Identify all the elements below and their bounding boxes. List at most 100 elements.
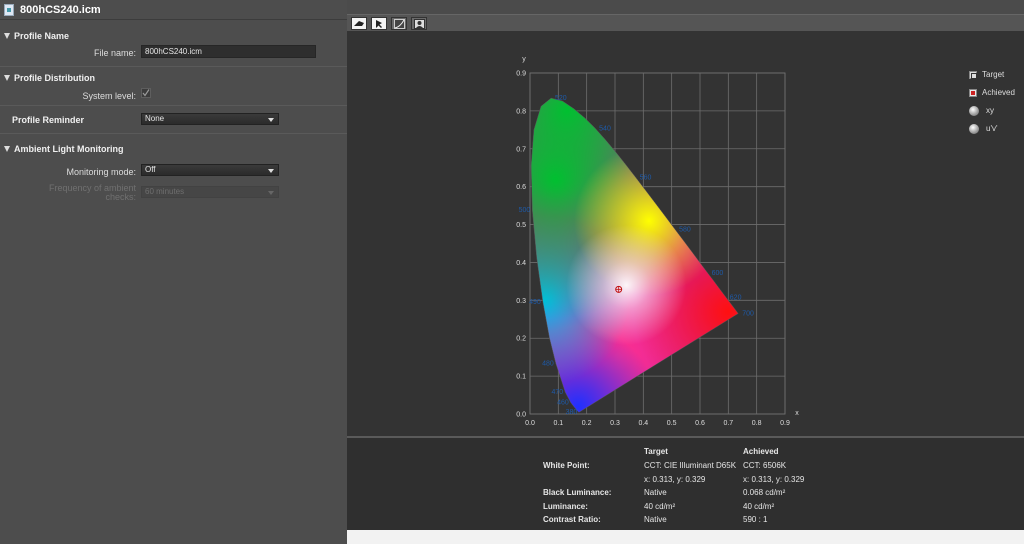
section-header[interactable]: Ambient Light Monitoring: [0, 143, 347, 155]
y-tick-label: 0.3: [516, 298, 526, 305]
wavelength-label: 380: [566, 409, 578, 416]
section-title: Profile Name: [14, 31, 70, 41]
file-name-label: File name:: [93, 48, 136, 58]
gamut-view-icon: [354, 21, 364, 26]
y-tick-label: 0.5: [516, 222, 526, 229]
chevron-down-icon: [268, 191, 274, 195]
wp-target-cct: CCT: CIE Illuminant D65K: [644, 461, 737, 470]
radio-label: xy: [986, 106, 994, 115]
section-ambient-light: Ambient Light Monitoring: [0, 143, 347, 155]
radio-button-icon[interactable]: [969, 105, 979, 116]
window-title: 800hCS240.icm: [20, 3, 101, 16]
y-tick-label: 0.4: [516, 260, 526, 267]
dropdown-value: None: [145, 114, 165, 123]
achieved-white-point: [615, 285, 623, 293]
contrast-ratio-label: Contrast Ratio:: [543, 515, 601, 524]
wp-achieved-xy: x: 0.313, y: 0.329: [743, 475, 805, 484]
wavelength-label: 460: [557, 400, 569, 407]
frequency-dropdown: 60 minutes: [141, 186, 279, 198]
cursor-icon: [376, 19, 382, 28]
section-header[interactable]: Profile Distribution: [0, 72, 347, 84]
y-axis-label: y: [522, 56, 526, 63]
y-tick-label: 0.8: [516, 108, 526, 115]
x-tick-label: 0.5: [667, 420, 677, 427]
white-point-label: White Point:: [543, 461, 590, 470]
right-panel: 0.0 0.1 0.2 0.3 0.4 0.5 0.6 0.7 0.8 0.9 0.0 0.1 0.2 0…: [347, 0, 1024, 544]
wavelength-label: 520: [555, 95, 567, 102]
legend-label: Achieved: [982, 88, 1015, 97]
y-tick-label: 0.6: [516, 184, 526, 191]
summary-table: Target Achieved White Point: CCT: CIE Il…: [347, 436, 1024, 530]
x-tick-label: 0.8: [752, 420, 762, 427]
black-achieved: 0.068 cd/m²: [743, 488, 786, 497]
y-tick-label: 0.2: [516, 336, 526, 343]
chart-legend: Target Achieved xy u'v': [969, 69, 1015, 141]
wp-achieved-cct: CCT: 6506K: [743, 461, 787, 470]
radio-uv[interactable]: u'v': [969, 123, 1015, 134]
y-tick-label: 0.1: [516, 374, 526, 381]
chevron-down-icon: [268, 118, 274, 122]
luminance-achieved: 40 cd/m²: [743, 502, 775, 511]
section-header[interactable]: Profile Name: [0, 30, 347, 42]
black-luminance-label: Black Luminance:: [543, 488, 612, 497]
contrast-achieved: 590 : 1: [743, 515, 768, 524]
cursor-button[interactable]: [371, 17, 387, 30]
cie-chromaticity-chart: 0.0 0.1 0.2 0.3 0.4 0.5 0.6 0.7 0.8 0.9 0.0 0.1 0.2 0…: [516, 56, 799, 427]
chart-area: 0.0 0.1 0.2 0.3 0.4 0.5 0.6 0.7 0.8 0.9 0.0 0.1 0.2 0…: [347, 32, 1024, 436]
color-white: [566, 225, 687, 346]
y-tick-label: 0.0: [516, 412, 526, 419]
file-name-input[interactable]: 800hCS240.icm: [141, 45, 316, 58]
left-panel: 800hCS240.icm Profile Name File name: 80…: [0, 0, 347, 544]
y-tick-label: 0.7: [516, 146, 526, 153]
system-level-label: System level:: [82, 91, 136, 101]
black-target: Native: [644, 488, 667, 497]
luminance-label: Luminance:: [543, 502, 588, 511]
collapse-triangle-icon[interactable]: [4, 75, 10, 81]
system-level-checkbox[interactable]: [141, 88, 151, 98]
x-tick-label: 0.7: [723, 420, 733, 427]
col-achieved-header: Achieved: [743, 447, 779, 456]
collapse-triangle-icon[interactable]: [4, 146, 10, 152]
chevron-down-icon: [268, 169, 274, 173]
wavelength-label: 600: [712, 270, 724, 277]
radio-label: u'v': [986, 124, 998, 133]
wavelength-label: 540: [599, 125, 611, 132]
section-title: Ambient Light Monitoring: [14, 144, 124, 154]
view-toolbar: [347, 14, 1024, 32]
col-target-header: Target: [644, 447, 668, 456]
radio-xy[interactable]: xy: [969, 105, 1015, 116]
wavelength-label: 700: [742, 311, 754, 318]
wavelength-label: 620: [730, 294, 742, 301]
profile-file-icon: [4, 3, 14, 16]
monitoring-mode-dropdown[interactable]: Off: [141, 164, 279, 176]
x-tick-label: 0.3: [610, 420, 620, 427]
collapse-triangle-icon[interactable]: [4, 33, 10, 39]
wavelength-label: 480: [542, 361, 554, 368]
y-tick-label: 0.9: [516, 71, 526, 78]
contrast-target: Native: [644, 515, 667, 524]
gamut-view-button[interactable]: [351, 17, 367, 30]
wavelength-label: 500: [519, 207, 531, 214]
monitoring-mode-label: Monitoring mode:: [66, 167, 136, 177]
legend-target[interactable]: Target: [969, 69, 1015, 80]
profile-reminder-dropdown[interactable]: None: [141, 113, 279, 125]
curve-button[interactable]: [391, 17, 407, 30]
x-tick-label: 0.2: [582, 420, 592, 427]
section-profile-name: Profile Name: [0, 30, 347, 42]
divider: [0, 105, 347, 106]
section-title: Profile Distribution: [14, 73, 95, 83]
luminance-target: 40 cd/m²: [644, 502, 676, 511]
title-bar: 800hCS240.icm: [0, 0, 347, 20]
target-marker-icon: [969, 70, 977, 79]
section-profile-distribution: Profile Distribution: [0, 72, 347, 84]
legend-label: Target: [982, 70, 1005, 79]
wavelength-label: 560: [640, 175, 652, 182]
x-tick-label: 0.0: [525, 420, 535, 427]
x-tick-label: 0.9: [780, 420, 790, 427]
radio-button-icon[interactable]: [969, 123, 979, 134]
legend-achieved[interactable]: Achieved: [969, 87, 1015, 98]
dropdown-value: Off: [145, 165, 156, 174]
wavelength-label: 490: [529, 299, 541, 306]
profile-button[interactable]: [411, 17, 427, 30]
profile-icon: [413, 18, 425, 29]
